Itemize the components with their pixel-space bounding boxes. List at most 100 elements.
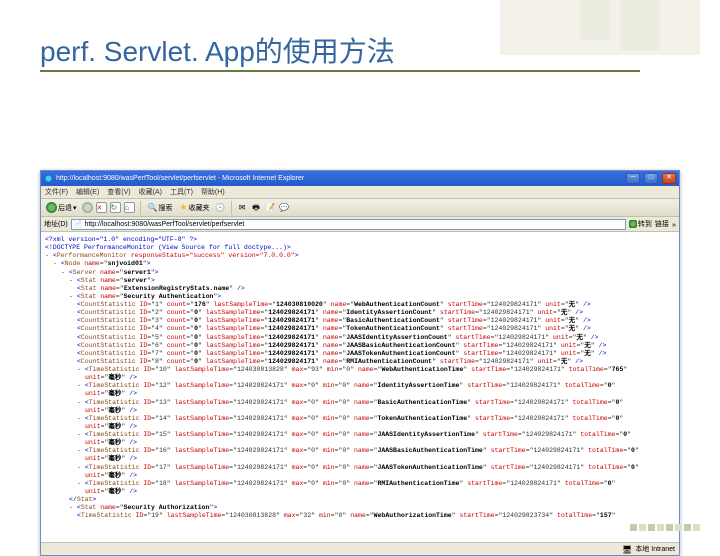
discuss-button[interactable]: 💬 (279, 202, 290, 213)
xml-decl: <?xml version="1.0" encoding="UTF-8" ?> (45, 236, 675, 244)
xml-unit: unit="毫秒" /> (45, 407, 675, 415)
print-button[interactable]: 🖶 (251, 202, 262, 213)
minimize-button[interactable]: ─ (626, 173, 640, 184)
xml-timestatistic: - <TimeStatistic ID="17" lastSampleTime=… (45, 464, 675, 472)
links-button[interactable]: 链接 (655, 219, 669, 229)
maximize-button[interactable]: □ (644, 173, 658, 184)
search-icon (148, 203, 158, 212)
xml-stat-sec: - <Stat name="Security Authentication"> (45, 293, 675, 301)
collapse-icon[interactable]: - (61, 269, 65, 276)
collapse-icon[interactable]: - (77, 382, 81, 389)
menu-favorites[interactable]: 收藏(A) (139, 187, 162, 197)
star-icon (179, 202, 187, 213)
collapse-icon[interactable]: - (69, 504, 73, 511)
menu-help[interactable]: 帮助(H) (201, 187, 225, 197)
collapse-icon[interactable]: - (53, 260, 57, 267)
xml-countstatistic: <CountStatistic ID="6" count="0" lastSam… (45, 342, 675, 350)
ie-titlebar: http://localhost:9080/wasPerfTool/servle… (41, 171, 679, 186)
zone-icon (622, 545, 632, 554)
window-title-text: http://localhost:9080/wasPerfTool/servle… (56, 175, 622, 182)
title-underline (40, 70, 640, 72)
collapse-icon[interactable]: - (69, 277, 73, 284)
menu-tools[interactable]: 工具(T) (170, 187, 193, 197)
xml-countstatistic: <CountStatistic ID="1" count="176" lastS… (45, 301, 675, 309)
back-icon (46, 202, 57, 213)
menu-file[interactable]: 文件(F) (45, 187, 68, 197)
ie-toolbar: 后退 ▾ 搜索 收藏夹 🕓 ✉ 🖶 📝 💬 (41, 199, 679, 217)
address-label: 地址(D) (44, 219, 68, 229)
menu-edit[interactable]: 编辑(E) (76, 187, 99, 197)
xml-timestatistic: - <TimeStatistic ID="15" lastSampleTime=… (45, 431, 675, 439)
xml-timestat-lead: - <TimeStatistic ID="10" lastSampleTime=… (45, 366, 675, 374)
xml-root: - <PerformanceMonitor responseStatus="su… (45, 252, 675, 260)
collapse-icon[interactable]: - (77, 464, 81, 471)
forward-button[interactable] (82, 202, 93, 213)
collapse-icon[interactable]: - (77, 480, 81, 487)
back-button[interactable]: 后退 ▾ (44, 201, 79, 214)
close-button[interactable]: ✕ (662, 173, 676, 184)
xml-stat-close: </Stat> (45, 496, 675, 504)
xml-content-pane[interactable]: <?xml version="1.0" encoding="UTF-8" ?> … (41, 232, 679, 542)
address-bar: 地址(D) 📄http://localhost:9080/wasPerfTool… (41, 217, 679, 232)
xml-unit: unit="毫秒" /> (45, 455, 675, 463)
home-button[interactable] (124, 202, 135, 213)
xml-unit: unit="毫秒" /> (45, 488, 675, 496)
xml-substat: <Stat name="ExtensionRegistryStats.name"… (45, 285, 675, 293)
xml-unit: unit="毫秒" /> (45, 374, 675, 382)
xml-unit: unit="毫秒" /> (45, 472, 675, 480)
edit-button[interactable]: 📝 (265, 202, 276, 213)
collapse-icon[interactable]: - (45, 252, 49, 259)
slide-deco-top (500, 0, 700, 55)
zone-label: 本地 Intranet (635, 544, 675, 554)
history-button[interactable]: 🕓 (215, 202, 226, 213)
refresh-button[interactable] (110, 202, 121, 213)
xml-timestatistic: - <TimeStatistic ID="16" lastSampleTime=… (45, 447, 675, 455)
ie-app-window: http://localhost:9080/wasPerfTool/servle… (40, 170, 680, 556)
ie-logo-icon (44, 174, 53, 183)
collapse-icon[interactable]: - (77, 447, 81, 454)
ie-menubar: 文件(F) 编辑(E) 查看(V) 收藏(A) 工具(T) 帮助(H) (41, 186, 679, 199)
xml-timestatistic: - <TimeStatistic ID="18" lastSampleTime=… (45, 480, 675, 488)
xml-stat2: - <Stat name="Security Authorization"> (45, 504, 675, 512)
xml-server: - <Server name="server1"> (45, 269, 675, 277)
xml-countstatistic: <CountStatistic ID="8" count="0" lastSam… (45, 358, 675, 366)
xml-timestat2: <TimeStatistic ID="19" lastSampleTime="1… (45, 512, 675, 520)
xml-stat: - <Stat name="server"> (45, 277, 675, 285)
favorites-button[interactable]: 收藏夹 (177, 201, 211, 214)
xml-countstatistic: <CountStatistic ID="5" count="0" lastSam… (45, 334, 675, 342)
xml-unit: unit="毫秒" /> (45, 439, 675, 447)
collapse-icon[interactable]: - (77, 366, 81, 373)
address-input[interactable]: 📄http://localhost:9080/wasPerfTool/servl… (71, 219, 626, 230)
slide-title: perf. Servlet. App的使用方法 (40, 30, 395, 70)
go-label: 转到 (638, 219, 652, 229)
collapse-icon[interactable]: - (77, 399, 81, 406)
xml-timestatistic: - <TimeStatistic ID="14" lastSampleTime=… (45, 415, 675, 423)
search-button[interactable]: 搜索 (146, 202, 175, 214)
xml-countstatistic: <CountStatistic ID="7" count="0" lastSam… (45, 350, 675, 358)
go-icon (629, 220, 637, 228)
page-icon: 📄 (74, 220, 83, 228)
collapse-icon[interactable]: - (69, 293, 73, 300)
toolbar-separator (140, 201, 141, 215)
xml-node: - <Node name="snjvoid01"> (45, 260, 675, 268)
address-value: http://localhost:9080/wasPerfTool/servle… (84, 221, 244, 228)
collapse-icon[interactable]: - (77, 415, 81, 422)
xml-unit: unit="毫秒" /> (45, 390, 675, 398)
toolbar-separator (231, 201, 232, 215)
menu-view[interactable]: 查看(V) (107, 187, 130, 197)
search-label: 搜索 (158, 203, 172, 213)
collapse-icon[interactable]: - (77, 431, 81, 438)
mail-button[interactable]: ✉ (237, 202, 248, 213)
xml-doctype: <!DOCTYPE PerformanceMonitor (View Sourc… (45, 244, 675, 252)
go-button[interactable]: 转到 (629, 219, 652, 229)
stop-button[interactable] (96, 202, 107, 213)
ie-statusbar: 本地 Intranet (41, 542, 679, 555)
xml-unit: unit="毫秒" /> (45, 423, 675, 431)
xml-timestatistic: - <TimeStatistic ID="12" lastSampleTime=… (45, 382, 675, 390)
xml-countstatistic: <CountStatistic ID="4" count="0" lastSam… (45, 325, 675, 333)
links-chevron-icon[interactable]: » (672, 220, 676, 229)
xml-timestatistic: - <TimeStatistic ID="13" lastSampleTime=… (45, 399, 675, 407)
slide-deco-bottom (628, 518, 700, 536)
favorites-label: 收藏夹 (189, 203, 210, 213)
back-label: 后退 (58, 203, 72, 213)
